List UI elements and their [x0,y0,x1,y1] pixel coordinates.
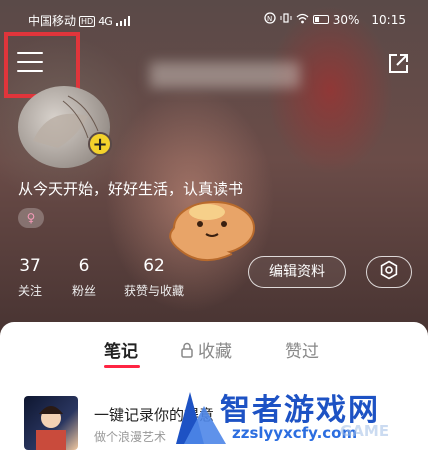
female-icon: ♀ [18,208,44,228]
stat-label: 关注 [18,284,43,298]
tab-label: 收藏 [198,342,232,362]
tab-active-indicator [104,365,140,368]
watermark-extra: GAME [340,422,390,440]
stat-followers[interactable]: 6 粉丝 [72,256,96,299]
signal-icon [115,15,132,29]
lock-icon [180,342,194,363]
avatar-plus-badge[interactable]: + [88,132,112,156]
network-label: 4G [98,15,112,28]
watermark-url: zzslyyxcfy.com [232,424,358,442]
edit-profile-button[interactable]: 编辑资料 [248,256,346,288]
stat-label: 粉丝 [72,284,97,298]
stat-following[interactable]: 37 关注 [18,256,42,299]
svg-text:N: N [267,15,272,23]
settings-icon [379,260,399,284]
hd-badge: HD [79,16,96,27]
wifi-icon [296,13,309,27]
avatar[interactable] [18,86,110,168]
stat-likes-collects[interactable]: 62 获赞与收藏 [124,256,184,299]
tab-notes[interactable]: 笔记 [104,337,138,362]
clock: 10:15 [371,12,406,27]
menu-icon[interactable] [17,52,43,74]
battery-level: 30% [332,12,360,27]
stat-number: 37 [19,256,41,276]
plus-icon: + [92,134,108,155]
stat-label: 获赞与收藏 [124,284,185,298]
stat-number: 6 [78,256,90,276]
tab-collections[interactable]: 收藏 [180,337,232,363]
battery-icon [312,15,329,24]
settings-button[interactable] [366,256,412,288]
note-thumbnail[interactable] [24,396,78,450]
carrier-name: 中国移动 [28,14,77,28]
nfc-icon: N [264,12,276,27]
stat-number: 62 [143,256,165,276]
vibrate-icon [280,12,292,27]
share-icon[interactable] [386,52,410,76]
tab-liked[interactable]: 赞过 [285,337,319,362]
username-blurred [150,62,300,88]
